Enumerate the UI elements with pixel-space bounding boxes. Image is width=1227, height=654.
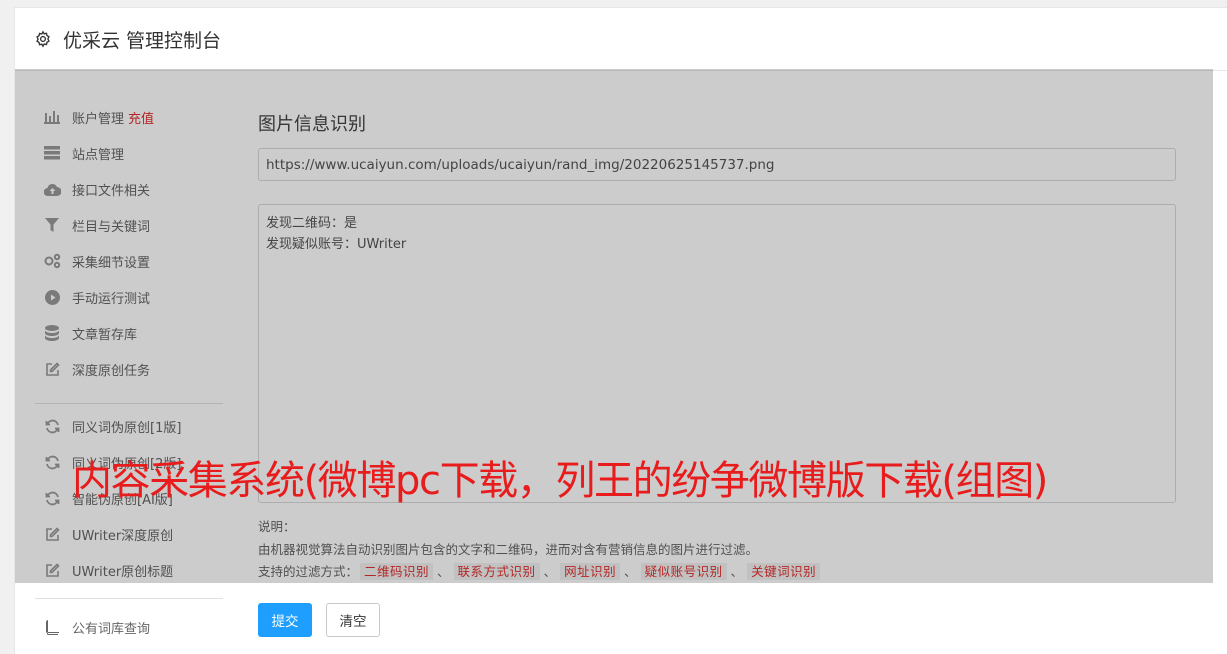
filter-tag-contact: 联系方式识别 [453, 563, 540, 580]
sidebar-item-public-lexicon[interactable]: 公有词库查询 [43, 615, 150, 639]
sidebar-item-label: UWriter深度原创 [72, 528, 174, 544]
gear-icon[interactable] [33, 29, 53, 49]
submit-button[interactable]: 提交 [258, 603, 312, 637]
sidebar-item-uwriter-deep[interactable]: UWriter深度原创 [43, 522, 173, 546]
sidebar-item-label: 深度原创任务 [72, 363, 151, 379]
filter-methods-label: 支持的过滤方式： [258, 564, 359, 579]
app-title: 优采云 管理控制台 [63, 29, 222, 52]
sidebar-item-article-store[interactable]: 文章暂存库 [43, 321, 137, 345]
sidebar-item-label: 栏目与关键词 [72, 219, 151, 235]
refresh-icon [43, 489, 61, 507]
description-label: 说明： [258, 519, 296, 534]
sidebar-item-interface[interactable]: 接口文件相关 [43, 177, 150, 201]
clear-button[interactable]: 清空 [326, 603, 380, 637]
play-circle-icon [43, 288, 61, 306]
edit-icon [43, 525, 61, 543]
sidebar-item-label: 文章暂存库 [72, 327, 138, 343]
sidebar-item-label: 采集细节设置 [72, 255, 151, 271]
main-content: 图片信息识别 发现二维码：是 发现疑似账号：UWriter 说明： 由机器视觉算… [258, 70, 1192, 654]
page-title: 图片信息识别 [258, 114, 366, 135]
sidebar-item-deep-original[interactable]: 深度原创任务 [43, 357, 150, 381]
filter-tag-account: 疑似账号识别 [640, 563, 727, 580]
database-icon [43, 324, 61, 342]
filter-icon [43, 216, 61, 234]
sidebar: 账户管理 充值 站点管理 接口文件相关 栏目与关键词 采集细节设置 手动运行测试… [15, 70, 235, 654]
sidebar-item-label: 站点管理 [72, 147, 125, 163]
sidebar-item-uwriter-title[interactable]: UWriter原创标题 [43, 558, 173, 582]
description-text: 由机器视觉算法自动识别图片包含的文字和二维码，进而对含有营销信息的图片进行过滤。 [258, 541, 759, 557]
filter-tag-keyword: 关键词识别 [747, 563, 821, 580]
sidebar-item-keywords[interactable]: 栏目与关键词 [43, 213, 150, 237]
sidebar-item-label: 账户管理 [72, 111, 125, 127]
sidebar-item-label: 手动运行测试 [72, 291, 151, 307]
sidebar-item-label: 接口文件相关 [72, 183, 151, 199]
overlay-caption: 内容采集系统(微博pc下载，列王的纷争微博版下载(组图) [72, 458, 1048, 504]
sidebar-item-manual-run[interactable]: 手动运行测试 [43, 285, 150, 309]
refresh-icon [43, 417, 61, 435]
sidebar-item-label: UWriter原创标题 [72, 564, 174, 580]
sidebar-item-sites[interactable]: 站点管理 [43, 141, 124, 165]
sidebar-item-account[interactable]: 账户管理 充值 [43, 105, 154, 129]
filter-tag-url: 网址识别 [560, 563, 621, 580]
filter-tag-qrcode: 二维码识别 [360, 563, 434, 580]
refresh-icon [43, 453, 61, 471]
bar-chart-icon [43, 108, 61, 126]
sidebar-item-synonym-v1[interactable]: 同义词伪原创[1版] [43, 414, 181, 438]
sidebar-divider [35, 598, 223, 599]
filter-separator: 、 [730, 564, 744, 579]
sidebar-item-label: 同义词伪原创[1版] [72, 420, 182, 436]
sidebar-item-label: 公有词库查询 [72, 621, 151, 637]
filter-separator: 、 [437, 564, 450, 579]
sidebar-item-collect-settings[interactable]: 采集细节设置 [43, 249, 150, 273]
description-block: 说明： 由机器视觉算法自动识别图片包含的文字和二维码，进而对含有营销信息的图片进… [258, 516, 822, 584]
console-frame: 优采云 管理控制台 账户管理 充值 站点管理 接口文件相关 栏目与关键词 采集细… [14, 7, 1227, 654]
server-icon [43, 144, 61, 162]
result-line: 发现二维码：是 [266, 216, 358, 231]
filter-separator: 、 [543, 564, 557, 579]
edit-icon [43, 561, 61, 579]
result-line: 发现疑似账号：UWriter [266, 237, 407, 252]
cogs-icon [43, 252, 61, 270]
top-header: 优采云 管理控制台 [15, 8, 1227, 71]
edit-icon [43, 360, 61, 378]
recharge-link[interactable]: 充值 [128, 108, 154, 127]
filter-separator: 、 [624, 564, 637, 579]
cloud-upload-icon [43, 180, 61, 198]
filter-methods: 支持的过滤方式： 二维码识别、联系方式识别、网址识别、疑似账号识别、关键词识别 [258, 561, 822, 584]
book-icon [43, 618, 61, 636]
image-url-input[interactable] [258, 148, 1176, 181]
sidebar-divider [35, 403, 223, 404]
